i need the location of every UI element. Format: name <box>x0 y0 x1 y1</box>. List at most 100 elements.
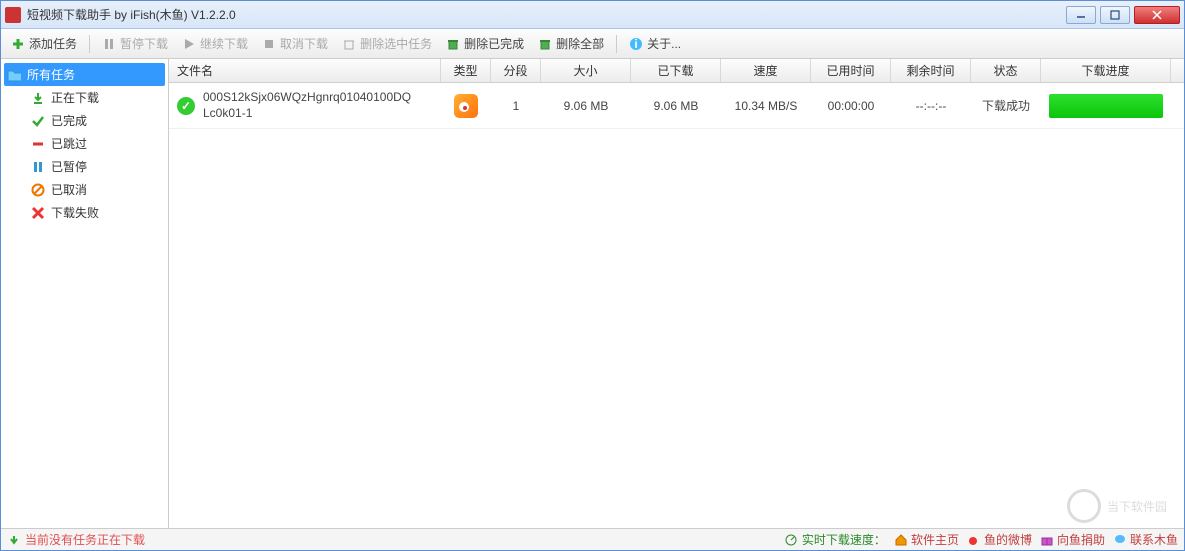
trash-icon <box>342 37 356 51</box>
delete-all-label: 删除全部 <box>556 35 604 52</box>
col-speed[interactable]: 速度 <box>721 59 811 82</box>
table-row[interactable]: ✓ 000S12kSjx06WQzHgnrq01040100DQ Lc0k01-… <box>169 83 1184 129</box>
col-progress[interactable]: 下载进度 <box>1041 59 1171 82</box>
separator <box>616 35 617 53</box>
info-icon: i <box>629 37 643 51</box>
sidebar-item-canceled[interactable]: 已取消 <box>1 178 168 201</box>
weibo-icon <box>967 533 981 547</box>
cell-elapsed: 00:00:00 <box>811 95 891 117</box>
play-icon <box>182 37 196 51</box>
sidebar-root-label: 所有任务 <box>27 66 75 83</box>
about-label: 关于... <box>647 35 681 52</box>
trash-all-icon <box>538 37 552 51</box>
cell-extra: 20 <box>1171 95 1184 117</box>
sidebar-item-skipped[interactable]: 已跳过 <box>1 132 168 155</box>
trash-done-icon <box>446 37 460 51</box>
minus-icon <box>31 137 45 151</box>
sidebar-label: 正在下载 <box>51 89 99 106</box>
link-contact[interactable]: 联系木鱼 <box>1113 531 1178 548</box>
col-size[interactable]: 大小 <box>541 59 631 82</box>
cell-type <box>441 90 491 122</box>
sidebar-item-all[interactable]: 所有任务 <box>4 63 165 86</box>
status-speed: 实时下载速度： <box>784 531 886 548</box>
status-message: 当前没有任务正在下载 <box>25 531 145 548</box>
cell-filename: ✓ 000S12kSjx06WQzHgnrq01040100DQ Lc0k01-… <box>169 86 441 125</box>
cancel-button[interactable]: 取消下载 <box>256 32 334 55</box>
resume-button[interactable]: 继续下载 <box>176 32 254 55</box>
col-filename[interactable]: 文件名 <box>169 59 441 82</box>
status-left: 当前没有任务正在下载 <box>7 531 776 548</box>
window-buttons <box>1066 6 1180 24</box>
cancel-icon <box>31 183 45 197</box>
speed-label: 实时下载速度： <box>802 531 886 548</box>
link-label: 鱼的微博 <box>984 531 1032 548</box>
col-downloaded[interactable]: 已下载 <box>631 59 721 82</box>
link-weibo[interactable]: 鱼的微博 <box>967 531 1032 548</box>
minimize-button[interactable] <box>1066 6 1096 24</box>
svg-text:i: i <box>634 37 637 51</box>
separator <box>89 35 90 53</box>
sidebar-item-done[interactable]: 已完成 <box>1 109 168 132</box>
chat-icon <box>1113 533 1127 547</box>
pause-icon <box>102 37 116 51</box>
resume-label: 继续下载 <box>200 35 248 52</box>
delete-all-button[interactable]: 删除全部 <box>532 32 610 55</box>
content-area: 文件名 类型 分段 大小 已下载 速度 已用时间 剩余时间 状态 下载进度 ✓ … <box>169 59 1184 528</box>
sidebar-item-downloading[interactable]: 正在下载 <box>1 86 168 109</box>
sidebar-item-paused[interactable]: 已暂停 <box>1 155 168 178</box>
folder-icon <box>7 68 21 82</box>
pause-button[interactable]: 暂停下载 <box>96 32 174 55</box>
home-icon <box>894 533 908 547</box>
col-segments[interactable]: 分段 <box>491 59 541 82</box>
cell-speed: 10.34 MB/S <box>721 95 811 117</box>
stop-icon <box>262 37 276 51</box>
cell-size: 9.06 MB <box>541 95 631 117</box>
plus-icon <box>11 37 25 51</box>
gift-icon <box>1040 533 1054 547</box>
sidebar-item-failed[interactable]: 下载失败 <box>1 201 168 224</box>
delete-selected-button[interactable]: 删除选中任务 <box>336 32 438 55</box>
speed-icon <box>784 533 798 547</box>
link-donate[interactable]: 向鱼捐助 <box>1040 531 1105 548</box>
table-body[interactable]: ✓ 000S12kSjx06WQzHgnrq01040100DQ Lc0k01-… <box>169 83 1184 528</box>
filename-line2: Lc0k01-1 <box>203 106 411 122</box>
app-icon <box>5 7 21 23</box>
download-icon <box>31 91 45 105</box>
window-title: 短视频下载助手 by iFish(木鱼) V1.2.2.0 <box>27 6 1066 23</box>
delete-selected-label: 删除选中任务 <box>360 35 432 52</box>
check-icon <box>31 114 45 128</box>
col-type[interactable]: 类型 <box>441 59 491 82</box>
sidebar-label: 已跳过 <box>51 135 87 152</box>
delete-done-button[interactable]: 删除已完成 <box>440 32 530 55</box>
add-task-label: 添加任务 <box>29 35 77 52</box>
col-status[interactable]: 状态 <box>971 59 1041 82</box>
cell-status: 下载成功 <box>971 93 1041 118</box>
delete-done-label: 删除已完成 <box>464 35 524 52</box>
link-label: 软件主页 <box>911 531 959 548</box>
cell-progress <box>1041 90 1171 122</box>
close-button[interactable] <box>1134 6 1180 24</box>
pause-label: 暂停下载 <box>120 35 168 52</box>
col-extra[interactable] <box>1171 59 1184 82</box>
col-remain[interactable]: 剩余时间 <box>891 59 971 82</box>
link-label: 向鱼捐助 <box>1057 531 1105 548</box>
link-label: 联系木鱼 <box>1130 531 1178 548</box>
titlebar: 短视频下载助手 by iFish(木鱼) V1.2.2.0 <box>1 1 1184 29</box>
link-homepage[interactable]: 软件主页 <box>894 531 959 548</box>
cancel-label: 取消下载 <box>280 35 328 52</box>
main-area: 所有任务 正在下载 已完成 已跳过 已暂停 已取消 下载失败 文件名 <box>1 59 1184 528</box>
filename-line1: 000S12kSjx06WQzHgnrq01040100DQ <box>203 90 411 106</box>
col-elapsed[interactable]: 已用时间 <box>811 59 891 82</box>
progress-bar <box>1049 94 1163 118</box>
table-header: 文件名 类型 分段 大小 已下载 速度 已用时间 剩余时间 状态 下载进度 <box>169 59 1184 83</box>
toolbar: 添加任务 暂停下载 继续下载 取消下载 删除选中任务 删除已完成 删除全部 i … <box>1 29 1184 59</box>
add-task-button[interactable]: 添加任务 <box>5 32 83 55</box>
sidebar-label: 已完成 <box>51 112 87 129</box>
cell-remain: --:--:-- <box>891 95 971 117</box>
sidebar: 所有任务 正在下载 已完成 已跳过 已暂停 已取消 下载失败 <box>1 59 169 528</box>
sidebar-label: 下载失败 <box>51 204 99 221</box>
about-button[interactable]: i 关于... <box>623 32 687 55</box>
sidebar-label: 已暂停 <box>51 158 87 175</box>
maximize-button[interactable] <box>1100 6 1130 24</box>
pause-icon <box>31 160 45 174</box>
